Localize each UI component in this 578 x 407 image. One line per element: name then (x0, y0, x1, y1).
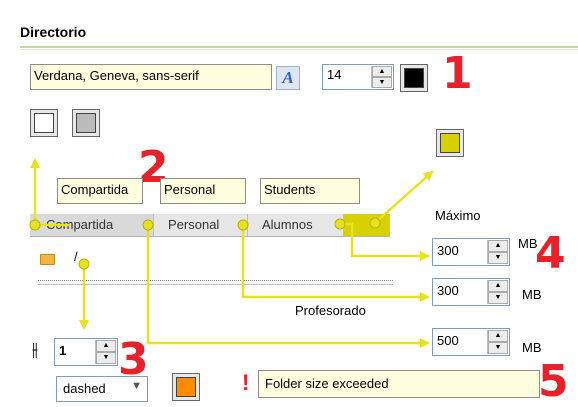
arrow-shared-to-quota (146, 225, 430, 348)
dot-personal (237, 219, 249, 231)
dot-students (334, 218, 346, 230)
dot-shared (29, 219, 41, 231)
dot-shared-2 (142, 219, 154, 231)
arrow-personal-to-teachers (241, 225, 430, 302)
annotation-arrows (29, 158, 434, 348)
arrow-tab-to-swatch (374, 170, 434, 224)
dot-tree (78, 258, 90, 270)
arrow-students-to-max (340, 222, 430, 261)
dot-tab-empty (369, 217, 381, 229)
